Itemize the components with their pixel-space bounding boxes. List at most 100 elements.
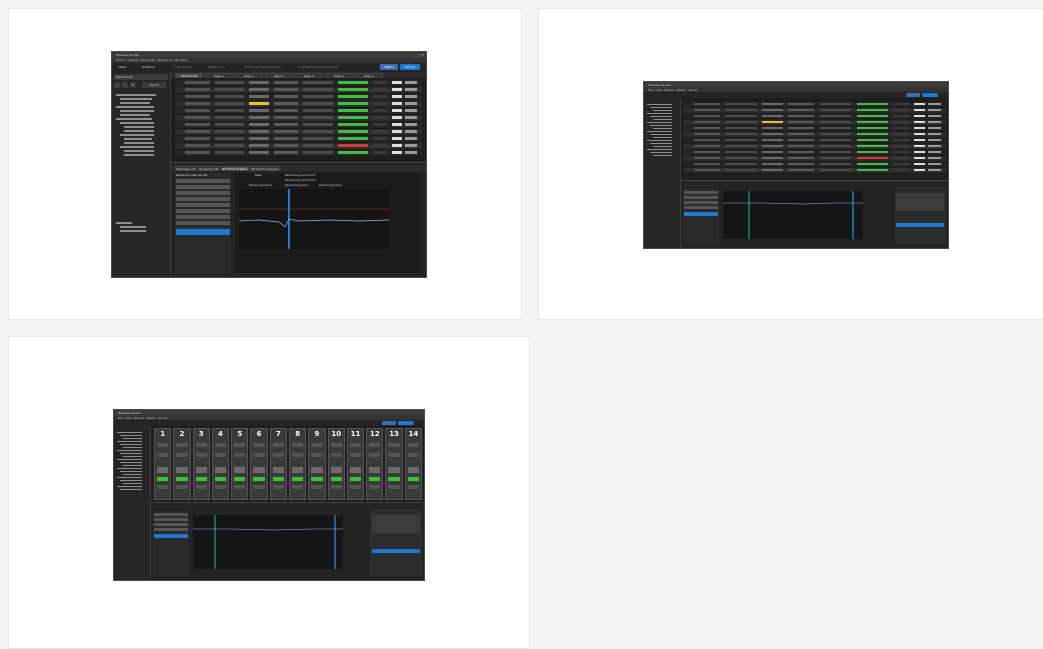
strip-control[interactable]	[349, 477, 362, 481]
table-row[interactable]	[175, 143, 422, 150]
strip-control[interactable]	[349, 443, 362, 447]
tree-item[interactable]	[120, 453, 142, 454]
tree-item[interactable]	[123, 456, 142, 457]
table-row[interactable]	[175, 122, 422, 129]
tree-item[interactable]	[653, 128, 672, 129]
strip-control[interactable]	[195, 477, 207, 481]
table-row[interactable]	[175, 101, 422, 108]
toolbar-id-name[interactable]: ID Name	[142, 65, 155, 70]
tree-item[interactable]	[120, 471, 142, 472]
tab-page-5[interactable]: Page 5	[325, 73, 353, 78]
strip-control[interactable]	[330, 477, 342, 481]
tree-item[interactable]	[117, 486, 142, 487]
table-row[interactable]	[175, 150, 422, 157]
table-row[interactable]	[175, 115, 422, 122]
tree-item[interactable]	[647, 113, 672, 114]
tree-item[interactable]	[650, 134, 672, 135]
strip-control[interactable]	[407, 453, 419, 457]
channel-strip[interactable]: 14	[404, 428, 422, 500]
menu-file[interactable]: File(F)	[116, 58, 125, 62]
tab-page-2[interactable]: Page 2	[235, 73, 263, 78]
strip-control[interactable]	[388, 443, 400, 447]
strip-control[interactable]	[195, 467, 207, 473]
tree-item[interactable]	[653, 155, 672, 156]
tree-item[interactable]	[650, 143, 672, 144]
tree-item[interactable]	[647, 131, 672, 132]
tree-item[interactable]	[650, 152, 672, 153]
strip-control[interactable]	[349, 453, 362, 457]
tree-item[interactable]	[117, 441, 142, 442]
table-row[interactable]	[175, 87, 422, 94]
strip-control[interactable]	[369, 477, 381, 481]
strip-control[interactable]	[214, 453, 227, 457]
strip-control[interactable]	[176, 467, 188, 473]
strip-control[interactable]	[292, 453, 304, 457]
tree-item[interactable]	[117, 477, 142, 478]
strip-control[interactable]	[214, 485, 227, 489]
strip-control[interactable]	[311, 453, 323, 457]
strip-control[interactable]	[234, 443, 246, 447]
menu-view[interactable]: View(V)	[127, 58, 139, 62]
channel-strip[interactable]: 7	[269, 428, 287, 500]
table-row[interactable]	[683, 168, 946, 174]
tree-item[interactable]	[123, 474, 142, 475]
strip-control[interactable]	[157, 485, 169, 489]
strip-control[interactable]	[214, 443, 227, 447]
tab-page-4[interactable]: Page 4	[295, 73, 323, 78]
channel-strip[interactable]: 6	[250, 428, 268, 500]
strip-control[interactable]	[157, 477, 169, 481]
tree-item[interactable]	[123, 438, 142, 439]
strip-control[interactable]	[388, 453, 400, 457]
receiver-channel-list[interactable]	[153, 511, 189, 576]
strip-control[interactable]	[407, 477, 419, 481]
strip-control[interactable]	[195, 443, 207, 447]
strip-control[interactable]	[388, 477, 400, 481]
toolbar-mute-setting[interactable]: Mute setting	[174, 65, 193, 70]
tab-page-1[interactable]: Page 1	[205, 73, 233, 78]
tab-page-6[interactable]: Page 6	[355, 73, 383, 78]
offline-button[interactable]: Offline	[380, 64, 398, 70]
strip-control[interactable]	[176, 477, 188, 481]
channel-strip[interactable]: 13	[385, 428, 403, 500]
strip-control[interactable]	[388, 467, 400, 473]
strip-control[interactable]	[253, 477, 265, 481]
strip-control[interactable]	[292, 477, 304, 481]
strip-control[interactable]	[253, 467, 265, 473]
strip-control[interactable]	[311, 443, 323, 447]
table-row[interactable]	[175, 129, 422, 136]
channel-strip[interactable]: 2	[173, 428, 191, 500]
remove-icon[interactable]: −	[122, 82, 128, 88]
rf-chart-graph[interactable]	[723, 191, 863, 239]
table-row[interactable]	[175, 94, 422, 101]
table-row[interactable]	[175, 136, 422, 143]
tree-item[interactable]	[120, 462, 142, 463]
tree-item[interactable]	[117, 459, 142, 460]
tab-rf-chart-graphic[interactable]: RF Chart Graphic	[221, 166, 249, 171]
tree-item[interactable]	[120, 480, 142, 481]
tree-item[interactable]	[653, 110, 672, 111]
tree-item[interactable]	[653, 137, 672, 138]
search-button[interactable]: Search	[142, 82, 166, 88]
tree-item[interactable]	[650, 125, 672, 126]
strip-control[interactable]	[330, 453, 342, 457]
strip-control[interactable]	[330, 485, 342, 489]
tree-item[interactable]	[647, 104, 672, 105]
tree-item[interactable]	[647, 149, 672, 150]
strip-control[interactable]	[214, 477, 227, 481]
strip-control[interactable]	[157, 467, 169, 473]
tree-item[interactable]	[650, 116, 672, 117]
tree-item[interactable]	[123, 447, 142, 448]
strip-control[interactable]	[234, 477, 246, 481]
strip-control[interactable]	[369, 443, 381, 447]
tree-item[interactable]	[117, 432, 142, 433]
online-button[interactable]	[922, 93, 938, 97]
offline-button[interactable]	[382, 421, 396, 425]
tab-message-list[interactable]: Message List	[175, 166, 197, 171]
toolbar-rf-mic-gain[interactable]: RF/Mic Gain	[208, 65, 226, 70]
tree-item[interactable]	[650, 107, 672, 108]
strip-control[interactable]	[330, 467, 342, 473]
strip-control[interactable]	[157, 453, 169, 457]
tree-item[interactable]	[647, 122, 672, 123]
tree-item[interactable]	[120, 444, 142, 445]
channel-strip[interactable]: 4	[211, 428, 230, 500]
